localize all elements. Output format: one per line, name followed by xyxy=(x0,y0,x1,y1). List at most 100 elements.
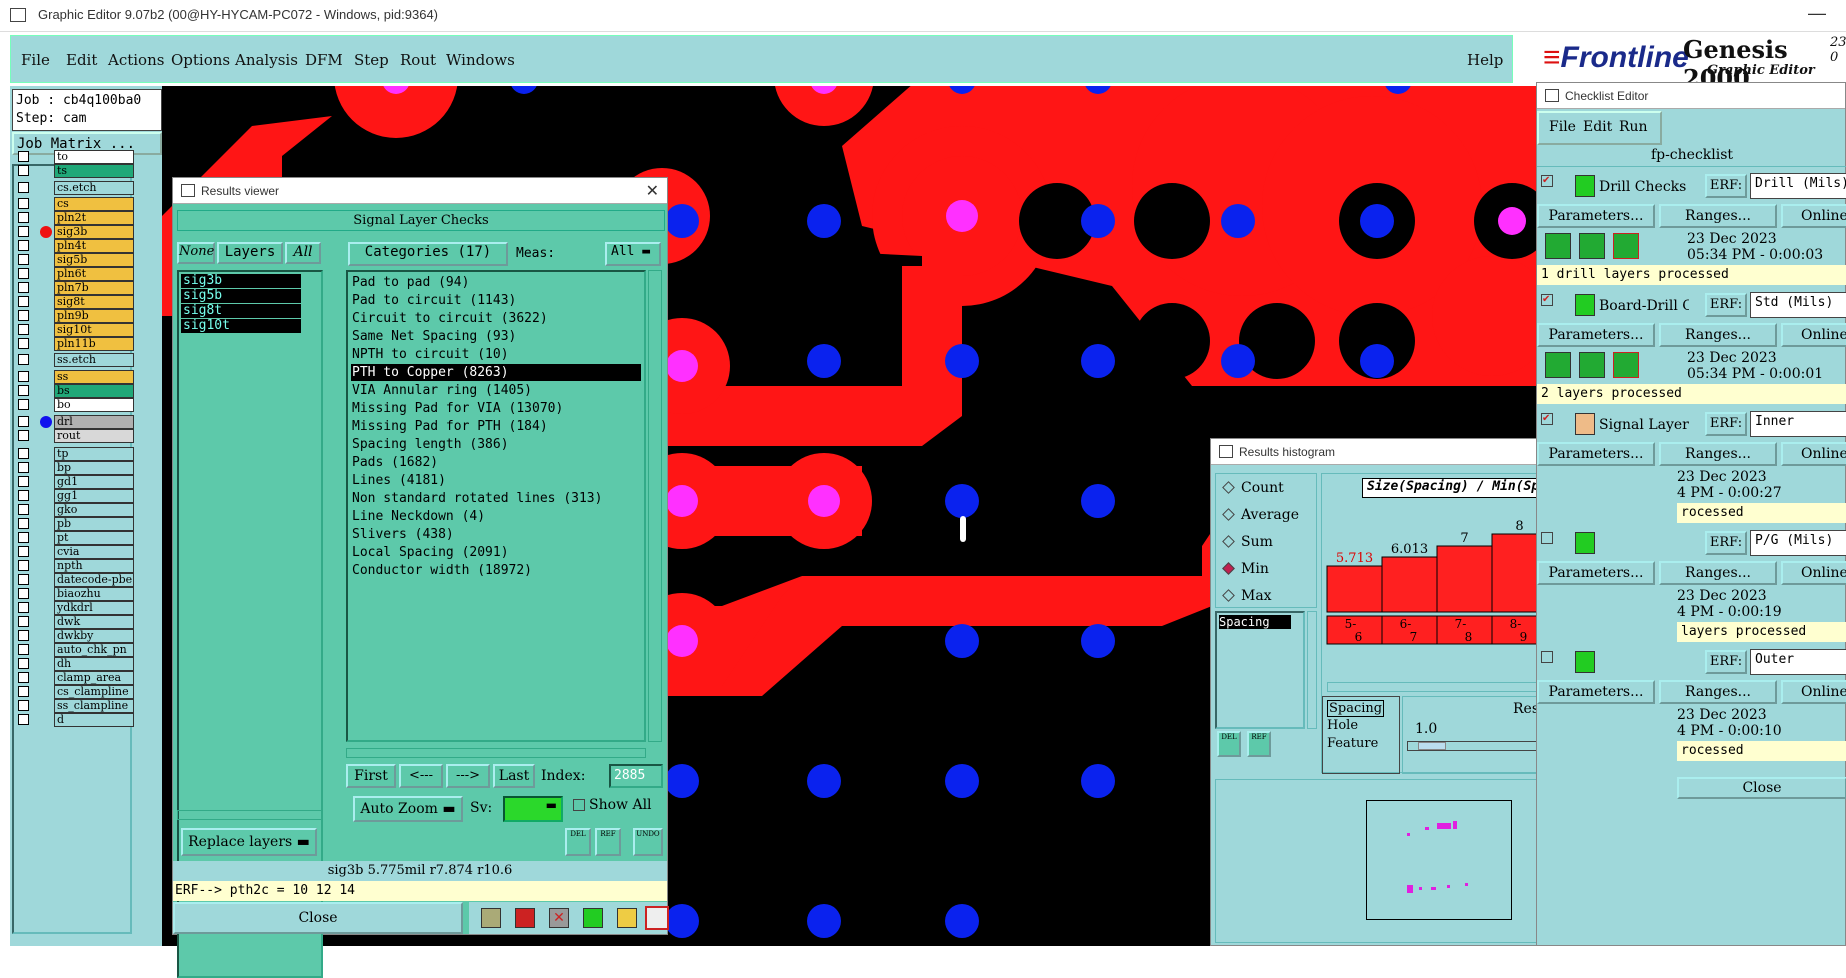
run-icon[interactable] xyxy=(1613,233,1639,259)
layer-checkbox[interactable] xyxy=(18,518,29,529)
layer-checkbox[interactable] xyxy=(18,240,29,251)
category-item[interactable]: Local Spacing (2091) xyxy=(351,544,509,561)
hist-opt-feature[interactable]: Feature xyxy=(1327,736,1378,751)
hist-del-button[interactable]: DEL xyxy=(1217,731,1241,757)
layer-name[interactable]: sig8t xyxy=(54,295,134,309)
meas-select[interactable]: All ▬ xyxy=(605,242,661,266)
layer-checkbox[interactable] xyxy=(18,151,29,162)
menu-dfm[interactable]: DFM xyxy=(305,51,343,69)
layer-checkbox[interactable] xyxy=(18,546,29,557)
menu-help[interactable]: Help xyxy=(1467,51,1503,69)
online-button[interactable]: Online xyxy=(1781,442,1846,466)
layers-button[interactable]: Layers xyxy=(217,242,283,264)
layer-checkbox[interactable] xyxy=(18,588,29,599)
parameters-button[interactable]: Parameters... xyxy=(1537,204,1655,228)
layer-name[interactable]: sig10t xyxy=(54,323,134,337)
layer-name[interactable]: dwk xyxy=(54,615,134,629)
online-button[interactable]: Online xyxy=(1781,561,1846,585)
hist-opt-spacing[interactable]: Spacing xyxy=(1327,700,1385,717)
index-input[interactable]: 2885 xyxy=(609,764,663,788)
layer-name[interactable]: ts xyxy=(54,164,134,178)
item-checkbox[interactable]: ✔ xyxy=(1541,294,1553,306)
first-button[interactable]: First xyxy=(346,764,396,788)
layer-checkbox[interactable] xyxy=(18,182,29,193)
layer-checkbox[interactable] xyxy=(18,212,29,223)
layer-name[interactable]: pln9b xyxy=(54,309,134,323)
item-name[interactable]: Board-Drill Checks xyxy=(1599,298,1689,314)
layer-name[interactable]: pln2t xyxy=(54,211,134,225)
layer-checkbox[interactable] xyxy=(18,338,29,349)
layer-name[interactable]: bo xyxy=(54,398,134,412)
category-item[interactable]: Pads (1682) xyxy=(351,454,438,471)
layer-checkbox[interactable] xyxy=(18,700,29,711)
run-icon[interactable] xyxy=(1545,352,1571,378)
histogram-bar[interactable] xyxy=(1326,565,1383,613)
layer-name[interactable]: pln7b xyxy=(54,281,134,295)
layer-name[interactable]: pln6t xyxy=(54,267,134,281)
category-item[interactable]: PTH to Copper (8263) xyxy=(351,364,641,381)
layer-checkbox[interactable] xyxy=(18,658,29,669)
layer-name[interactable]: npth xyxy=(54,559,134,573)
item-checkbox[interactable]: ✔ xyxy=(1541,175,1553,187)
layer-name[interactable]: ss_clampline xyxy=(54,699,134,713)
category-item[interactable]: Non standard rotated lines (313) xyxy=(351,490,602,507)
run-icon[interactable] xyxy=(1579,233,1605,259)
ranges-button[interactable]: Ranges... xyxy=(1659,680,1777,704)
measure-list[interactable]: Spacing xyxy=(1215,611,1305,729)
ranges-button[interactable]: Ranges... xyxy=(1659,561,1777,585)
category-scrollbar[interactable] xyxy=(648,270,662,742)
layer-name[interactable]: biaozhu xyxy=(54,587,134,601)
histogram-icon[interactable] xyxy=(645,906,669,930)
layer-name[interactable]: sig5b xyxy=(54,253,134,267)
layer-checkbox[interactable] xyxy=(18,385,29,396)
parameters-button[interactable]: Parameters... xyxy=(1537,561,1655,585)
menu-windows[interactable]: Windows xyxy=(446,51,515,69)
layer-name[interactable]: cs_clampline xyxy=(54,685,134,699)
category-item[interactable]: Missing Pad for VIA (13070) xyxy=(351,400,563,417)
hist-opt-hole[interactable]: Hole xyxy=(1327,718,1358,733)
record-icon[interactable] xyxy=(515,908,535,928)
replace-layers-select[interactable]: Replace layers ▬ xyxy=(181,828,317,856)
erf-value[interactable]: Inner xyxy=(1750,411,1846,437)
category-item[interactable]: Spacing length (386) xyxy=(351,436,509,453)
layer-checkbox[interactable] xyxy=(18,490,29,501)
layer-name[interactable]: ydkdrl xyxy=(54,601,134,615)
layer-checkbox[interactable] xyxy=(18,430,29,441)
category-item[interactable]: Lines (4181) xyxy=(351,472,446,489)
layer-name[interactable]: dwkby xyxy=(54,629,134,643)
layer-checkbox[interactable] xyxy=(18,462,29,473)
layer-checkbox[interactable] xyxy=(18,268,29,279)
run-icon[interactable] xyxy=(1613,352,1639,378)
layer-checkbox[interactable] xyxy=(18,714,29,725)
erf-value[interactable]: Outer xyxy=(1750,649,1846,675)
category-item[interactable]: NPTH to circuit (10) xyxy=(351,346,509,363)
last-button[interactable]: Last xyxy=(493,764,535,788)
layer-checkbox[interactable] xyxy=(18,310,29,321)
result-layer-item[interactable]: sig8t xyxy=(181,304,301,318)
min-radio[interactable]: Min xyxy=(1222,561,1269,577)
online-button[interactable]: Online xyxy=(1781,323,1846,347)
layer-name[interactable]: gd1 xyxy=(54,475,134,489)
histogram-bar[interactable] xyxy=(1436,545,1493,613)
category-item[interactable]: Same Net Spacing (93) xyxy=(351,328,516,345)
result-layer-item[interactable]: sig5b xyxy=(181,289,301,303)
cl-menu-edit[interactable]: Edit xyxy=(1583,119,1612,135)
layer-name[interactable]: drl xyxy=(54,415,134,429)
cl-menu-run[interactable]: Run xyxy=(1619,119,1648,135)
item-name[interactable]: Drill Checks xyxy=(1599,179,1689,195)
layer-checkbox[interactable] xyxy=(18,371,29,382)
erf-button[interactable]: ERF: xyxy=(1705,531,1747,555)
layer-checkbox[interactable] xyxy=(18,686,29,697)
erf-value[interactable]: Drill (Mils) xyxy=(1750,173,1846,199)
prev-button[interactable]: <--- xyxy=(399,764,443,788)
layer-name[interactable]: auto_chk_pn xyxy=(54,643,134,657)
run-icon[interactable] xyxy=(1579,352,1605,378)
layer-checkbox[interactable] xyxy=(18,532,29,543)
overview-map[interactable] xyxy=(1366,800,1512,920)
result-layer-item[interactable]: sig3b xyxy=(181,274,301,288)
layer-name[interactable]: gg1 xyxy=(54,489,134,503)
close-icon[interactable]: ✕ xyxy=(646,181,659,201)
category-item[interactable]: Pad to pad (94) xyxy=(351,274,469,291)
menu-options[interactable]: Options xyxy=(171,51,230,69)
erf-button[interactable]: ERF: xyxy=(1705,650,1747,674)
